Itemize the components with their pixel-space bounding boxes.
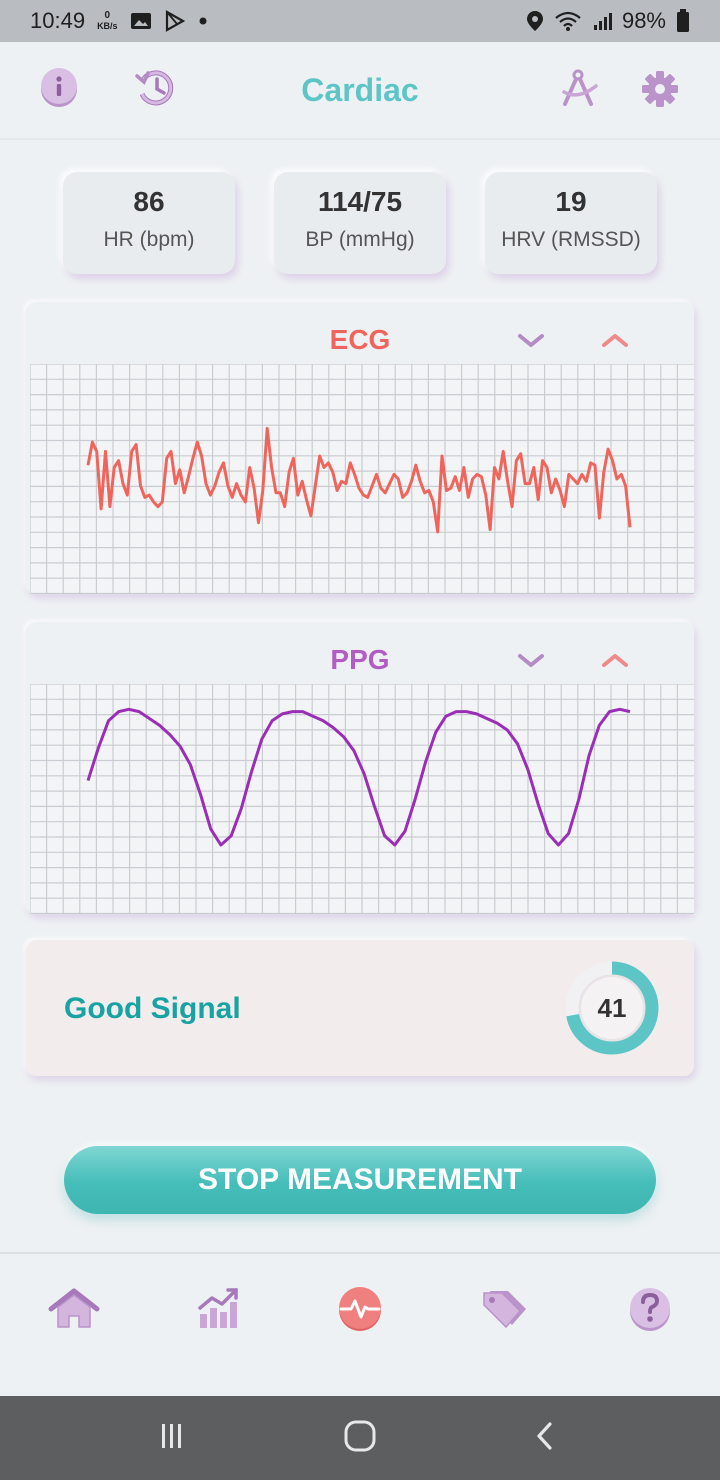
heart-rate-label: HR (bpm) <box>103 228 195 251</box>
play-store-icon <box>164 10 186 32</box>
ecg-panel: ECG <box>26 302 694 594</box>
home-icon <box>47 1287 101 1336</box>
network-speed-value: 0 <box>104 10 111 21</box>
battery-percent: 98% <box>621 8 666 33</box>
signal-quality-label: Good Signal <box>64 992 241 1025</box>
recent-apps-icon <box>157 1422 187 1455</box>
heartbeat-icon <box>336 1285 384 1338</box>
signal-quality-score: 41 <box>598 993 627 1023</box>
signal-quality-card: Good Signal 41 <box>26 940 694 1076</box>
bar-chart-icon <box>194 1286 242 1337</box>
network-speed-unit: KB/s <box>97 21 118 31</box>
help-icon <box>627 1286 673 1337</box>
network-speed: 0 KB/s <box>97 10 118 32</box>
app-bar: Cardiac <box>0 42 720 140</box>
gear-icon <box>639 67 681 114</box>
gallery-icon <box>130 11 152 31</box>
ecg-title: ECG <box>329 324 391 355</box>
nav-measure[interactable] <box>332 1286 388 1336</box>
chevron-down-icon <box>516 334 546 356</box>
blood-pressure-value: 114/75 <box>317 186 403 217</box>
hrv-label: HRV (RMSSD) <box>501 228 641 251</box>
chevron-up-icon <box>600 654 630 676</box>
home-system-button[interactable] <box>340 1420 380 1456</box>
heart-rate-value: 86 <box>133 186 165 217</box>
nav-home[interactable] <box>46 1286 102 1336</box>
back-arrow-icon <box>534 1421 558 1456</box>
ppg-waveform-chart <box>30 684 694 914</box>
nav-statistics[interactable] <box>190 1286 246 1336</box>
compass-icon <box>558 66 602 115</box>
system-navigation-bar <box>0 1396 720 1480</box>
status-time: 10:49 <box>30 8 86 33</box>
tags-icon <box>478 1287 530 1336</box>
ecg-waveform-chart <box>30 364 694 594</box>
chevron-up-icon <box>600 334 630 356</box>
ppg-title: PPG <box>330 644 390 675</box>
ppg-scale-down-button[interactable] <box>516 648 546 672</box>
chevron-down-icon <box>516 654 546 676</box>
stop-measurement-button[interactable]: STOP MEASUREMENT <box>64 1146 656 1214</box>
blood-pressure-label: BP (mmHg) <box>305 228 415 251</box>
ppg-panel: PPG <box>26 622 694 914</box>
ppg-scale-up-button[interactable] <box>600 648 630 672</box>
nav-tags[interactable] <box>476 1286 532 1336</box>
nav-help[interactable] <box>622 1286 678 1336</box>
battery-icon <box>676 9 690 33</box>
signal-quality-ring: 41 <box>565 961 659 1055</box>
hrv-value: 19 <box>555 186 587 217</box>
ecg-scale-up-button[interactable] <box>600 328 630 352</box>
blood-pressure-card: 114/75 BP (mmHg) <box>274 172 446 274</box>
notification-dot-icon <box>198 16 208 26</box>
hrv-card: 19 HRV (RMSSD) <box>485 172 657 274</box>
settings-button[interactable] <box>638 68 682 112</box>
home-circle-icon <box>343 1419 377 1458</box>
status-bar: 10:49 0 KB/s 98% <box>0 0 720 42</box>
wifi-icon <box>554 10 582 32</box>
location-icon <box>526 10 544 32</box>
bottom-navigation <box>0 1252 720 1396</box>
back-button[interactable] <box>526 1420 566 1456</box>
calibration-button[interactable] <box>558 68 602 112</box>
signal-strength-icon <box>592 11 612 31</box>
heart-rate-card: 86 HR (bpm) <box>63 172 235 274</box>
page-title: Cardiac <box>301 71 419 108</box>
recent-apps-button[interactable] <box>152 1420 192 1456</box>
ecg-scale-down-button[interactable] <box>516 328 546 352</box>
